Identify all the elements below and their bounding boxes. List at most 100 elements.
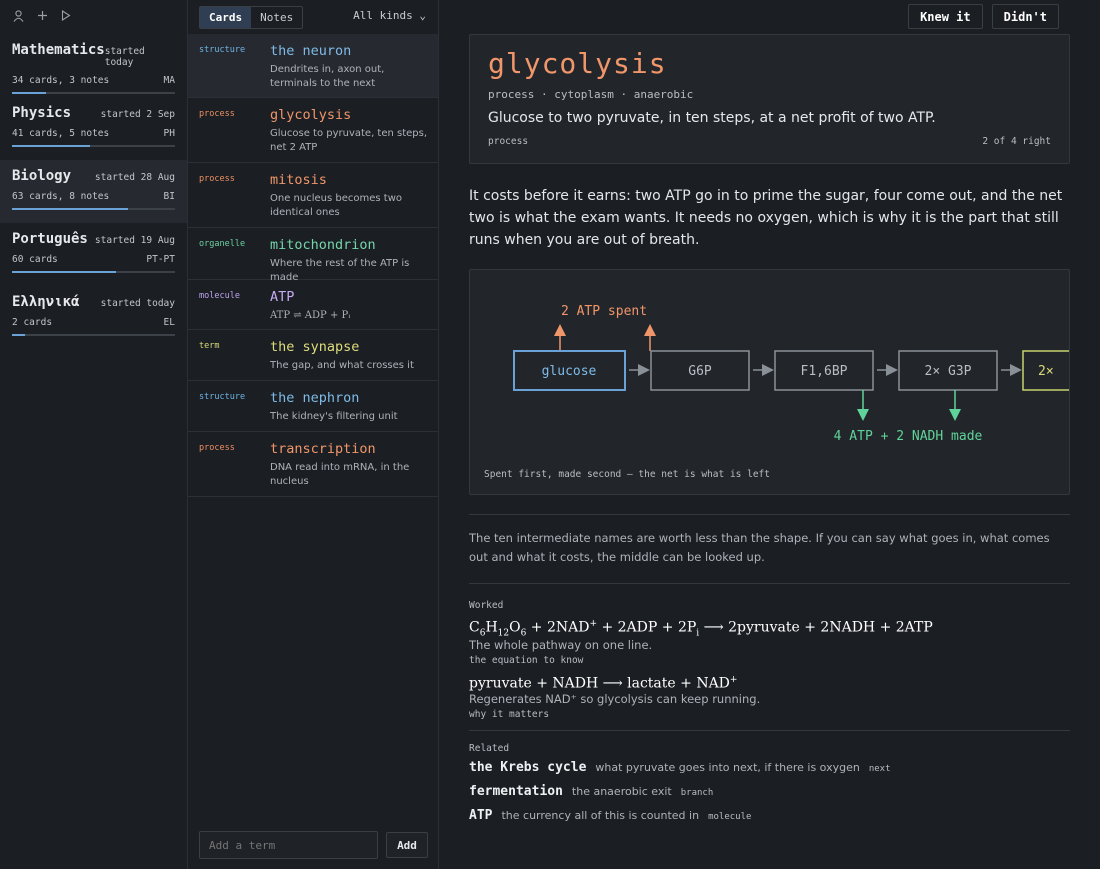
tab-cards[interactable]: Cards	[200, 6, 252, 28]
pathway-svg: 2 ATP spent glucose G6P F1,6BP 2× G3P 2×	[513, 304, 1069, 444]
card-kind: process	[199, 443, 235, 453]
related-item[interactable]: fermentation the anaerobic exit branch	[469, 784, 1070, 808]
related-tag: molecule	[708, 812, 752, 823]
progress-bar	[12, 92, 175, 94]
node-g6p-label: G6P	[688, 364, 712, 379]
subject-item[interactable]: Biology started 28 Aug 63 cards, 8 notes BI	[0, 160, 187, 223]
term-card: glycolysis process · cytoplasm · anaerob…	[469, 34, 1070, 164]
tab-notes[interactable]: Notes	[251, 7, 302, 28]
related-tag: next	[868, 764, 891, 775]
cards-header: Cards Notes All kinds ⌄	[188, 0, 438, 34]
plus-icon[interactable]	[36, 10, 48, 24]
card-term: the synapse	[270, 339, 360, 355]
subject-item[interactable]: Physics started 2 Sep 41 cards, 5 notes PH	[0, 97, 187, 160]
kinds-filter-dropdown[interactable]: All kinds ⌄	[353, 9, 426, 22]
card-item[interactable]: structure the neuron Dendrites in, axon ou…	[188, 34, 438, 98]
subject-started: started 2 Sep	[100, 109, 175, 120]
knew-it-button[interactable]: Knew it	[908, 4, 983, 29]
divider	[469, 583, 1070, 584]
subject-meta: 60 cards PT-PT	[12, 254, 175, 265]
subject-counts: 60 cards	[12, 254, 58, 265]
term-kind: process	[488, 136, 529, 147]
related-list: the Krebs cycle what pyruvate goes into n…	[469, 760, 1070, 832]
node-glucose-label: glucose	[542, 364, 597, 379]
subject-code: PH	[163, 128, 175, 139]
divider	[469, 730, 1070, 732]
subject-name: Português	[12, 231, 88, 247]
term-definition: Glucose to two pyruvate, in ten steps, a…	[488, 110, 936, 126]
card-item[interactable]: organelle mitochondrion Where the rest of …	[188, 228, 438, 283]
card-item[interactable]: process mitosis One nucleus becomes two id…	[188, 163, 438, 228]
worked-tag: the equation to know	[469, 655, 584, 667]
related-item[interactable]: ATP the currency all of this is counted i…	[469, 808, 1070, 832]
card-definition: Dendrites in, axon out, terminals to the…	[270, 64, 385, 89]
related-description: the anaerobic exit	[571, 785, 672, 799]
subject-meta: 2 cards EL	[12, 317, 175, 328]
card-kind: structure	[199, 45, 246, 55]
cards-panel: Cards Notes All kinds ⌄ structure the neu…	[188, 0, 439, 869]
subject-started: started 28 Aug	[94, 172, 175, 183]
card-definition: One nucleus becomes two identical ones	[270, 193, 402, 218]
atp-made-label: 4 ATP + 2 NADH made	[834, 429, 983, 444]
pathway-diagram: 2 ATP spent glucose G6P F1,6BP 2× G3P 2×	[469, 269, 1070, 495]
subject-started: started today	[104, 46, 145, 68]
card-definition: DNA read into mRNA, in the nucleus	[270, 462, 410, 487]
related-tag: branch	[680, 788, 714, 799]
card-kind: term	[199, 341, 220, 351]
card-term: mitosis	[270, 172, 327, 188]
add-term-button[interactable]: Add	[386, 832, 428, 858]
related-description: what pyruvate goes into next, if there i…	[595, 761, 860, 775]
card-kind: process	[199, 109, 235, 119]
subject-item[interactable]: Ελληνικά started today 2 cards EL	[0, 286, 187, 349]
didnt-button[interactable]: Didn't	[991, 4, 1059, 29]
card-item[interactable]: process glycolysis Glucose to pyruvate, te…	[188, 98, 438, 163]
term-title: glycolysis	[488, 47, 667, 80]
play-icon[interactable]	[60, 9, 72, 24]
subject-code: PT-PT	[146, 254, 175, 265]
add-term-input[interactable]	[199, 831, 378, 859]
card-definition: Glucose to pyruvate, ten steps, net 2 AT…	[270, 128, 428, 153]
card-item[interactable]: structure the nephron The kidney's filteri…	[188, 381, 438, 432]
subject-name: Ελληνικά	[12, 294, 80, 310]
diagram-caption: Spent first, made second — the net is wh…	[484, 469, 770, 480]
worked-heading: Worked	[469, 600, 504, 611]
card-kind: process	[199, 174, 235, 184]
sidebar-toolbar	[0, 0, 187, 34]
atp-spent-label: 2 ATP spent	[561, 304, 647, 319]
related-term[interactable]: the Krebs cycle	[469, 760, 586, 775]
node-g3p-label: 2× G3P	[925, 364, 972, 379]
card-kind: molecule	[199, 291, 240, 301]
related-description: the currency all of this is counted in	[501, 809, 700, 823]
subject-item[interactable]: Português started 19 Aug 60 cards PT-PT	[0, 223, 187, 286]
related-heading: Related	[469, 743, 510, 755]
worked-tag: why it matters	[469, 709, 550, 721]
related-term[interactable]: fermentation	[469, 784, 563, 799]
subject-item[interactable]: Mathematics started today 34 cards, 3 note…	[0, 34, 187, 97]
progress-fill	[12, 92, 47, 94]
worked-description: Regenerates NAD⁺ so glycolysis can keep …	[469, 692, 761, 707]
subject-name: Biology	[12, 168, 72, 184]
user-icon[interactable]	[12, 9, 24, 25]
subject-list: Mathematics started today 34 cards, 3 note…	[0, 34, 187, 349]
add-term-row: Add	[199, 831, 428, 859]
equation-fermentation: pyruvate + NADH ⟶ lactate + NAD+	[469, 675, 738, 693]
subject-header: Mathematics started today	[12, 42, 175, 68]
card-item[interactable]: term the synapse The gap, and what crosses…	[188, 330, 438, 381]
subject-meta: 63 cards, 8 notes BI	[12, 191, 175, 202]
subject-header: Ελληνικά started today	[12, 294, 175, 310]
related-term[interactable]: ATP	[469, 808, 492, 823]
progress-fill	[12, 271, 117, 273]
card-detail: Knew it Didn't glycolysis process · cyto…	[439, 0, 1100, 869]
progress-bar	[12, 208, 175, 210]
progress-fill	[12, 208, 128, 210]
subject-name: Mathematics	[12, 42, 105, 58]
worked-example: pyruvate + NADH ⟶ lactate + NAD+ Regener…	[469, 675, 1070, 720]
related-item[interactable]: the Krebs cycle what pyruvate goes into n…	[469, 760, 1070, 784]
subject-code: MA	[163, 75, 175, 86]
divider	[469, 514, 1070, 515]
subject-counts: 34 cards, 3 notes	[12, 75, 110, 86]
node-pyruvate-label: 2×	[1038, 364, 1054, 379]
card-term: mitochondrion	[270, 237, 376, 253]
card-item[interactable]: molecule ATP ATP ⇌ ADP + Pᵢ	[188, 280, 438, 330]
card-item[interactable]: process transcription DNA read into mRNA, …	[188, 432, 438, 497]
